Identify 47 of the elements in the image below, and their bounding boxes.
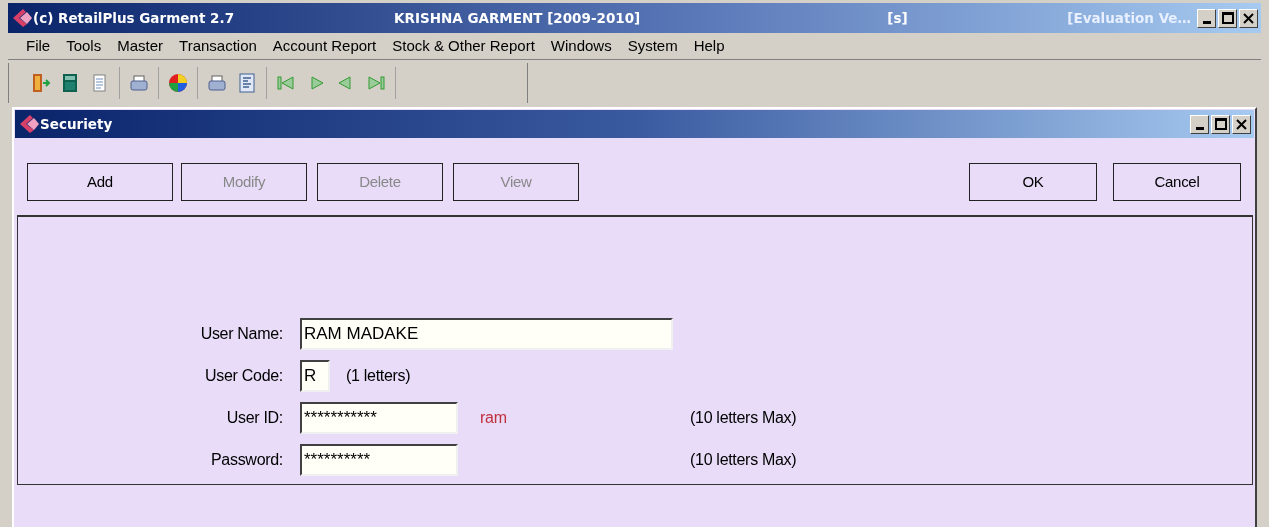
app-title: (c) RetailPlus Garment 2.7 xyxy=(33,8,235,28)
close-button[interactable] xyxy=(1239,8,1258,28)
printer-icon[interactable] xyxy=(206,72,228,94)
minimize-icon xyxy=(1195,126,1204,130)
minimize-button[interactable] xyxy=(1197,8,1216,28)
input-field[interactable]: ********** xyxy=(300,444,458,476)
minimize-button[interactable] xyxy=(1190,114,1209,134)
company-title: KRISHNA GARMENT [2009-2010] xyxy=(394,8,641,28)
color-wheel-icon[interactable] xyxy=(167,72,189,94)
report-icon[interactable] xyxy=(236,72,258,94)
maximize-button[interactable] xyxy=(1211,114,1230,134)
menu-item[interactable]: System xyxy=(619,34,686,58)
menu-item[interactable]: Help xyxy=(685,34,733,58)
dialog-button[interactable]: Add xyxy=(27,163,173,201)
maximize-icon xyxy=(1214,118,1227,130)
close-icon xyxy=(1236,118,1247,130)
app-logo-icon xyxy=(11,8,33,28)
limit-text: (10 letters Max) xyxy=(690,450,797,470)
menu-item[interactable]: Master xyxy=(109,34,172,58)
menu-item[interactable]: Windows xyxy=(542,34,620,58)
minimize-icon xyxy=(1202,20,1211,24)
mode-label: [s] xyxy=(887,8,908,28)
edition-label: [Evaluation Ve… xyxy=(1067,8,1191,28)
hint-text: (1 letters) xyxy=(346,366,411,386)
menu-item[interactable]: File xyxy=(18,34,59,58)
field-label: Password: xyxy=(210,450,283,470)
dialog-title: Securiety xyxy=(40,114,113,134)
close-button[interactable] xyxy=(1232,114,1251,134)
input-field[interactable]: *********** xyxy=(300,402,458,434)
input-field[interactable]: RAM MADAKE xyxy=(300,318,673,350)
menu-item[interactable]: Account Report xyxy=(264,34,385,58)
menu-item[interactable]: Tools xyxy=(58,34,110,58)
menu-item[interactable]: Stock & Other Report xyxy=(384,34,543,58)
limit-text: (10 letters Max) xyxy=(690,408,797,428)
close-icon xyxy=(1243,12,1254,24)
field-label: User ID: xyxy=(225,408,283,428)
maximize-button[interactable] xyxy=(1218,8,1237,28)
printer-icon[interactable] xyxy=(128,72,150,94)
field-label: User Name: xyxy=(199,324,283,344)
status-text: ram xyxy=(480,408,507,428)
app-logo-icon xyxy=(18,114,40,134)
menu-item[interactable]: Transaction xyxy=(171,34,265,58)
input-field[interactable]: R xyxy=(300,360,330,392)
field-label: User Code: xyxy=(204,366,283,386)
dialog-button[interactable]: OK xyxy=(969,163,1097,201)
maximize-icon xyxy=(1221,12,1234,24)
dialog-button[interactable]: Cancel xyxy=(1113,163,1241,201)
